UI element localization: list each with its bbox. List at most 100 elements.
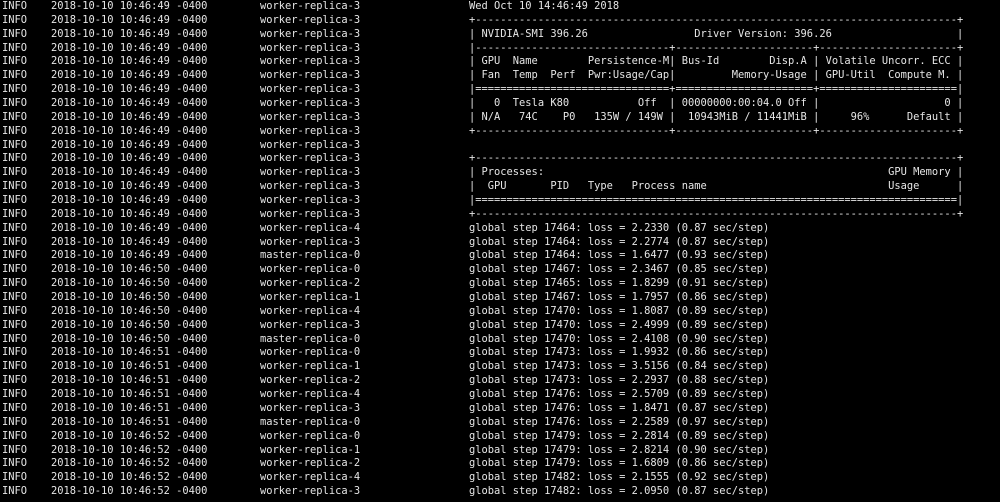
log-message: global step 17470: loss = 2.4999 (0.89 s… [469, 318, 770, 331]
log-source: worker-replica-1 [260, 443, 361, 456]
log-line: INFO 2018-10-10 10:46:49 -0400 worker-repl… [0, 111, 1000, 125]
log-level: INFO [2, 443, 28, 456]
log-timestamp: 2018-10-10 10:46:49 -0400 [51, 13, 208, 26]
log-timestamp: 2018-10-10 10:46:52 -0400 [51, 443, 208, 456]
log-line: INFO 2018-10-10 10:46:49 -0400 worker-repl… [0, 83, 1000, 97]
log-source: worker-replica-3 [260, 97, 361, 110]
log-source: worker-replica-3 [260, 166, 361, 179]
log-message: | NVIDIA-SMI 396.26 Driver Version: 396.… [469, 27, 964, 40]
log-message: global step 17464: loss = 2.2774 (0.87 s… [469, 235, 770, 248]
log-message: global step 17482: loss = 2.0950 (0.87 s… [469, 485, 770, 498]
log-message: global step 17464: loss = 1.6477 (0.93 s… [469, 249, 770, 262]
log-line: INFO 2018-10-10 10:46:49 -0400 worker-repl… [0, 222, 1000, 236]
log-timestamp: 2018-10-10 10:46:52 -0400 [51, 429, 208, 442]
log-level: INFO [2, 457, 28, 470]
log-level: INFO [2, 304, 28, 317]
log-level: INFO [2, 124, 28, 137]
log-line: INFO 2018-10-10 10:46:51 -0400 worker-repl… [0, 402, 1000, 416]
log-timestamp: 2018-10-10 10:46:50 -0400 [51, 263, 208, 276]
log-level: INFO [2, 194, 28, 207]
log-line: INFO 2018-10-10 10:46:49 -0400 worker-repl… [0, 0, 1000, 14]
log-level: INFO [2, 235, 28, 248]
log-source: worker-replica-3 [260, 401, 361, 414]
log-level: INFO [2, 41, 28, 54]
log-timestamp: 2018-10-10 10:46:50 -0400 [51, 277, 208, 290]
log-timestamp: 2018-10-10 10:46:49 -0400 [51, 221, 208, 234]
log-source: worker-replica-4 [260, 304, 361, 317]
log-source: worker-replica-4 [260, 388, 361, 401]
log-timestamp: 2018-10-10 10:46:49 -0400 [51, 235, 208, 248]
log-line: INFO 2018-10-10 10:46:49 -0400 worker-repl… [0, 55, 1000, 69]
log-line: INFO 2018-10-10 10:46:50 -0400 master-repl… [0, 333, 1000, 347]
log-message: +---------------------------------------… [469, 207, 964, 220]
log-source: worker-replica-3 [260, 13, 361, 26]
log-message: global step 17464: loss = 2.2330 (0.87 s… [469, 221, 770, 234]
log-level: INFO [2, 13, 28, 26]
log-message: global step 17467: loss = 2.3467 (0.85 s… [469, 263, 770, 276]
log-level: INFO [2, 263, 28, 276]
log-line: INFO 2018-10-10 10:46:52 -0400 worker-repl… [0, 471, 1000, 485]
log-line: INFO 2018-10-10 10:46:49 -0400 worker-repl… [0, 28, 1000, 42]
log-line: INFO 2018-10-10 10:46:49 -0400 worker-repl… [0, 97, 1000, 111]
log-message: global step 17473: loss = 1.9932 (0.86 s… [469, 346, 770, 359]
log-source: worker-replica-3 [260, 83, 361, 96]
log-timestamp: 2018-10-10 10:46:51 -0400 [51, 401, 208, 414]
log-line: INFO 2018-10-10 10:46:49 -0400 worker-repl… [0, 42, 1000, 56]
log-source: worker-replica-3 [260, 207, 361, 220]
log-timestamp: 2018-10-10 10:46:49 -0400 [51, 97, 208, 110]
log-level: INFO [2, 485, 28, 498]
log-level: INFO [2, 97, 28, 110]
log-level: INFO [2, 152, 28, 165]
log-timestamp: 2018-10-10 10:46:49 -0400 [51, 152, 208, 165]
log-level: INFO [2, 207, 28, 220]
log-level: INFO [2, 138, 28, 151]
log-level: INFO [2, 346, 28, 359]
log-line: INFO 2018-10-10 10:46:50 -0400 worker-repl… [0, 319, 1000, 333]
log-timestamp: 2018-10-10 10:46:49 -0400 [51, 110, 208, 123]
log-line: INFO 2018-10-10 10:46:50 -0400 worker-repl… [0, 305, 1000, 319]
log-source: worker-replica-3 [260, 318, 361, 331]
log-level: INFO [2, 166, 28, 179]
log-source: worker-replica-3 [260, 55, 361, 68]
log-line: INFO 2018-10-10 10:46:51 -0400 master-repl… [0, 416, 1000, 430]
log-line: INFO 2018-10-10 10:46:49 -0400 worker-repl… [0, 139, 1000, 153]
log-message: |=======================================… [469, 194, 964, 207]
log-level: INFO [2, 55, 28, 68]
log-message: global step 17482: loss = 2.1555 (0.92 s… [469, 471, 770, 484]
log-source: worker-replica-3 [260, 110, 361, 123]
log-line: INFO 2018-10-10 10:46:49 -0400 worker-repl… [0, 166, 1000, 180]
log-source: worker-replica-1 [260, 360, 361, 373]
log-line: INFO 2018-10-10 10:46:49 -0400 worker-repl… [0, 152, 1000, 166]
log-level: INFO [2, 0, 28, 12]
log-line: INFO 2018-10-10 10:46:49 -0400 worker-repl… [0, 69, 1000, 83]
log-message: |-------------------------------+-------… [469, 41, 964, 54]
log-line: INFO 2018-10-10 10:46:51 -0400 worker-repl… [0, 360, 1000, 374]
log-level: INFO [2, 471, 28, 484]
log-timestamp: 2018-10-10 10:46:51 -0400 [51, 415, 208, 428]
log-source: worker-replica-3 [260, 194, 361, 207]
log-message: global step 17476: loss = 1.8471 (0.87 s… [469, 401, 770, 414]
log-source: worker-replica-3 [260, 152, 361, 165]
log-level: INFO [2, 277, 28, 290]
log-level: INFO [2, 27, 28, 40]
log-source: worker-replica-0 [260, 263, 361, 276]
log-message: global step 17473: loss = 3.5156 (0.84 s… [469, 360, 770, 373]
log-level: INFO [2, 415, 28, 428]
log-level: INFO [2, 332, 28, 345]
log-source: master-replica-0 [260, 249, 361, 262]
terminal-output[interactable]: INFO 2018-10-10 10:46:49 -0400 worker-repl… [0, 0, 1000, 502]
log-source: worker-replica-3 [260, 485, 361, 498]
log-timestamp: 2018-10-10 10:46:49 -0400 [51, 207, 208, 220]
log-timestamp: 2018-10-10 10:46:49 -0400 [51, 124, 208, 137]
log-timestamp: 2018-10-10 10:46:49 -0400 [51, 0, 208, 12]
log-message: global step 17479: loss = 2.2814 (0.89 s… [469, 429, 770, 442]
log-source: worker-replica-0 [260, 429, 361, 442]
log-level: INFO [2, 318, 28, 331]
log-timestamp: 2018-10-10 10:46:50 -0400 [51, 304, 208, 317]
log-source: worker-replica-3 [260, 138, 361, 151]
log-message: global step 17476: loss = 2.2589 (0.97 s… [469, 415, 770, 428]
log-source: worker-replica-2 [260, 457, 361, 470]
log-timestamp: 2018-10-10 10:46:50 -0400 [51, 318, 208, 331]
log-source: worker-replica-0 [260, 346, 361, 359]
log-source: worker-replica-1 [260, 291, 361, 304]
